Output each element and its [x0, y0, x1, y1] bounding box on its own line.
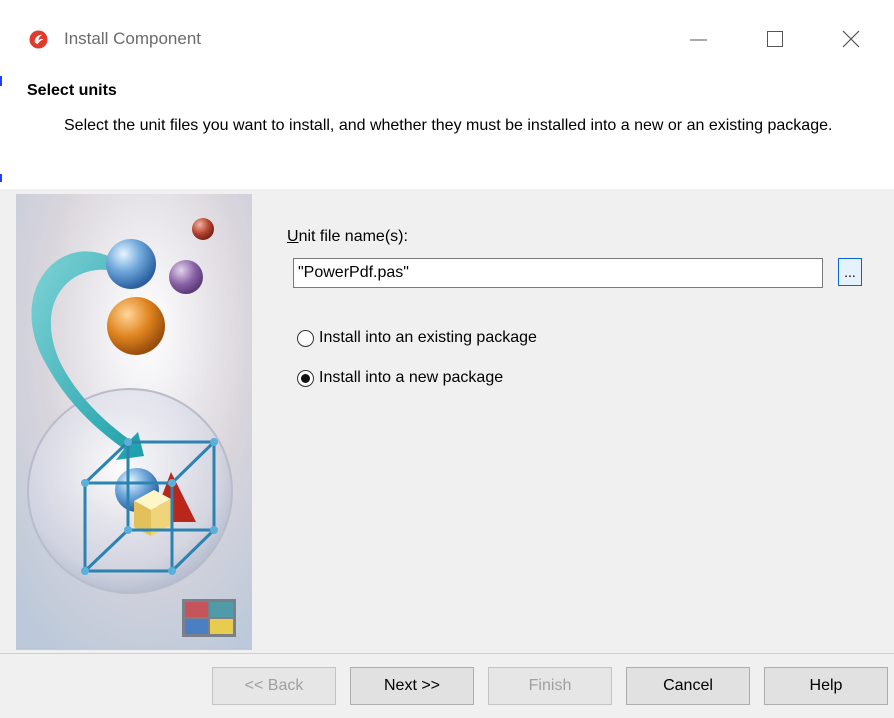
wizard-header: Select units Select the unit files you w…: [0, 76, 894, 190]
maximize-button[interactable]: [752, 22, 798, 56]
title-bar[interactable]: Install Component: [0, 0, 894, 76]
minimize-icon: [690, 39, 707, 41]
radio-existing-package[interactable]: Install into an existing package: [297, 329, 537, 347]
divider: [0, 76, 2, 86]
unit-file-input[interactable]: [293, 258, 823, 288]
back-button[interactable]: << Back: [212, 667, 336, 705]
help-button[interactable]: Help: [764, 667, 888, 705]
radio-label: Install into an existing package: [319, 329, 537, 346]
install-component-dialog: Install Component Select units Select th…: [0, 0, 894, 718]
radio-label: Install into a new package: [319, 369, 504, 386]
app-logo-icon: [29, 30, 48, 49]
unit-file-label-accelerator: U: [287, 228, 299, 245]
browse-button[interactable]: ...: [838, 258, 862, 286]
radio-button-selected[interactable]: [297, 369, 314, 387]
minimize-button[interactable]: [676, 22, 722, 56]
page-title: Select units: [27, 82, 117, 99]
unit-file-label-text: nit file name(s):: [298, 228, 408, 245]
wizard-footer: << Back Next >> Finish Cancel Help: [0, 653, 894, 718]
finish-button[interactable]: Finish: [488, 667, 612, 705]
radio-new-package[interactable]: Install into a new package: [297, 369, 503, 387]
close-icon: [842, 30, 860, 48]
close-button[interactable]: [828, 22, 874, 56]
wizard-body: Unit file name(s): ... Install into an e…: [0, 189, 894, 653]
divider: [0, 174, 2, 182]
page-description: Select the unit files you want to instal…: [64, 117, 833, 134]
next-button[interactable]: Next >>: [350, 667, 474, 705]
window-title: Install Component: [64, 29, 202, 48]
unit-file-label: Unit file name(s):: [287, 228, 408, 246]
maximize-icon: [767, 31, 783, 47]
radio-button[interactable]: [297, 329, 314, 347]
cancel-button[interactable]: Cancel: [626, 667, 750, 705]
wizard-illustration: [16, 194, 252, 650]
